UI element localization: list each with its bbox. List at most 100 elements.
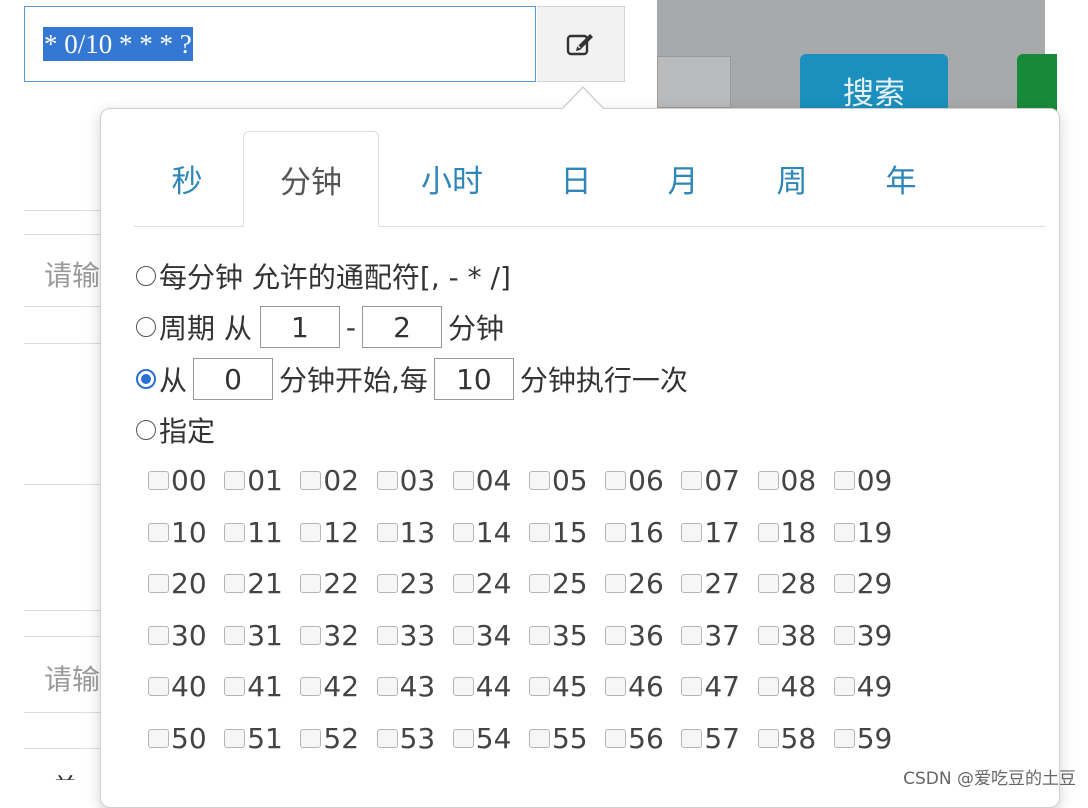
minute-option[interactable]: 36 xyxy=(605,619,681,652)
period-to-input[interactable]: 2 xyxy=(362,306,443,348)
minute-checkbox[interactable] xyxy=(681,728,703,748)
minute-option[interactable]: 04 xyxy=(452,464,529,497)
minute-option[interactable]: 29 xyxy=(833,567,910,600)
minute-checkbox[interactable] xyxy=(300,728,322,748)
minute-option[interactable]: 47 xyxy=(681,670,757,703)
minute-checkbox[interactable] xyxy=(224,625,246,645)
minute-option[interactable]: 17 xyxy=(681,516,757,549)
minute-checkbox[interactable] xyxy=(528,471,550,491)
minute-checkbox[interactable] xyxy=(757,574,779,594)
minute-checkbox[interactable] xyxy=(452,574,474,594)
minute-checkbox[interactable] xyxy=(148,574,169,594)
minute-option[interactable]: 15 xyxy=(528,516,605,549)
minute-option[interactable]: 55 xyxy=(528,722,605,755)
minute-checkbox[interactable] xyxy=(376,522,398,542)
minute-checkbox[interactable] xyxy=(528,625,550,645)
option-every-minute[interactable]: 每分钟 允许的通配符[, - * /] xyxy=(136,254,511,298)
minute-option[interactable]: 26 xyxy=(605,567,681,600)
minute-option[interactable]: 43 xyxy=(376,670,453,703)
minute-checkbox[interactable] xyxy=(300,625,322,645)
minute-option[interactable]: 41 xyxy=(224,670,300,703)
minute-option[interactable]: 57 xyxy=(681,722,757,755)
minute-checkbox[interactable] xyxy=(605,471,627,491)
minute-option[interactable]: 48 xyxy=(757,670,834,703)
minute-option[interactable]: 46 xyxy=(605,670,681,703)
minute-option[interactable]: 16 xyxy=(605,516,681,549)
minute-option[interactable]: 42 xyxy=(300,670,376,703)
minute-checkbox[interactable] xyxy=(833,471,855,491)
minute-option[interactable]: 44 xyxy=(452,670,529,703)
minute-option[interactable]: 58 xyxy=(757,722,834,755)
minute-checkbox[interactable] xyxy=(300,677,322,697)
minute-checkbox[interactable] xyxy=(452,677,474,697)
form-field-placeholder[interactable]: 请输 xyxy=(44,254,100,294)
tab-second[interactable]: 秒 xyxy=(134,131,240,226)
minute-checkbox[interactable] xyxy=(376,677,398,697)
minute-option[interactable]: 33 xyxy=(376,619,453,652)
minute-checkbox[interactable] xyxy=(605,728,627,748)
minute-checkbox[interactable] xyxy=(605,574,627,594)
minute-option[interactable]: 19 xyxy=(833,516,910,549)
minute-option[interactable]: 20 xyxy=(148,567,224,600)
minute-checkbox[interactable] xyxy=(833,728,855,748)
minute-checkbox[interactable] xyxy=(224,574,246,594)
option-period[interactable]: 周期 从 1 - 2 分钟 xyxy=(136,304,504,350)
minute-option[interactable]: 02 xyxy=(300,464,376,497)
minute-option[interactable]: 07 xyxy=(681,464,757,497)
minute-checkbox[interactable] xyxy=(757,522,779,542)
minute-checkbox[interactable] xyxy=(224,677,246,697)
minute-checkbox[interactable] xyxy=(376,625,398,645)
option-specific[interactable]: 指定 xyxy=(136,408,215,452)
minute-option[interactable]: 49 xyxy=(833,670,910,703)
minute-checkbox[interactable] xyxy=(224,522,246,542)
minute-option[interactable]: 21 xyxy=(224,567,300,600)
tab-minute[interactable]: 分钟 xyxy=(243,131,379,227)
minute-option[interactable]: 59 xyxy=(833,722,910,755)
minute-option[interactable]: 05 xyxy=(528,464,605,497)
minute-checkbox[interactable] xyxy=(224,728,246,748)
minute-checkbox[interactable] xyxy=(452,625,474,645)
minute-checkbox[interactable] xyxy=(605,677,627,697)
minute-option[interactable]: 39 xyxy=(833,619,910,652)
minute-option[interactable]: 23 xyxy=(376,567,453,600)
minute-checkbox[interactable] xyxy=(148,471,169,491)
minute-option[interactable]: 12 xyxy=(300,516,376,549)
cron-expression-input[interactable]: * 0/10 * * * ? xyxy=(24,6,536,82)
minute-checkbox[interactable] xyxy=(681,677,703,697)
minute-checkbox[interactable] xyxy=(757,677,779,697)
minute-checkbox[interactable] xyxy=(148,677,169,697)
tab-month[interactable]: 月 xyxy=(631,131,735,226)
radio-every-minute[interactable] xyxy=(136,266,156,286)
minute-option[interactable]: 45 xyxy=(528,670,605,703)
minute-option[interactable]: 14 xyxy=(452,516,529,549)
minute-option[interactable]: 25 xyxy=(528,567,605,600)
minute-checkbox[interactable] xyxy=(300,574,322,594)
minute-option[interactable]: 09 xyxy=(833,464,910,497)
radio-period[interactable] xyxy=(136,317,156,337)
option-interval[interactable]: 从 0 分钟开始,每 10 分钟执行一次 xyxy=(136,356,688,402)
tab-year[interactable]: 年 xyxy=(849,131,953,226)
minute-option[interactable]: 28 xyxy=(757,567,834,600)
minute-option[interactable]: 08 xyxy=(757,464,834,497)
minute-option[interactable]: 30 xyxy=(148,619,224,652)
minute-checkbox[interactable] xyxy=(757,625,779,645)
minute-checkbox[interactable] xyxy=(300,522,322,542)
interval-start-input[interactable]: 0 xyxy=(193,358,274,400)
minute-option[interactable]: 18 xyxy=(757,516,834,549)
interval-step-input[interactable]: 10 xyxy=(433,358,514,400)
minute-option[interactable]: 52 xyxy=(300,722,376,755)
minute-option[interactable]: 01 xyxy=(224,464,300,497)
minute-option[interactable]: 50 xyxy=(148,722,224,755)
minute-checkbox[interactable] xyxy=(605,522,627,542)
minute-checkbox[interactable] xyxy=(528,574,550,594)
minute-option[interactable]: 13 xyxy=(376,516,453,549)
minute-checkbox[interactable] xyxy=(528,728,550,748)
minute-checkbox[interactable] xyxy=(376,728,398,748)
minute-option[interactable]: 35 xyxy=(528,619,605,652)
minute-option[interactable]: 40 xyxy=(148,670,224,703)
tab-day[interactable]: 日 xyxy=(524,131,628,226)
minute-checkbox[interactable] xyxy=(148,522,169,542)
minute-checkbox[interactable] xyxy=(452,471,474,491)
minute-option[interactable]: 06 xyxy=(605,464,681,497)
minute-option[interactable]: 56 xyxy=(605,722,681,755)
